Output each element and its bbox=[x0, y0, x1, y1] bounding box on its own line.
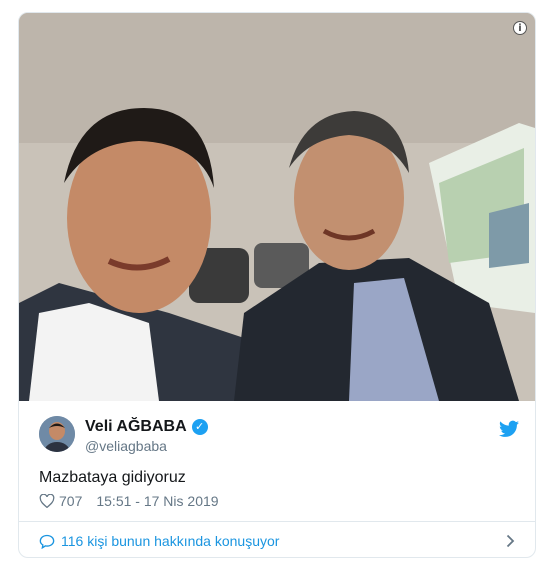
avatar[interactable] bbox=[39, 416, 75, 452]
display-name[interactable]: Veli AĞBABA bbox=[85, 418, 187, 436]
selfie-image bbox=[19, 13, 535, 401]
chevron-right-icon[interactable] bbox=[506, 534, 515, 548]
timestamp[interactable]: 15:51 - 17 Nis 2019 bbox=[96, 493, 218, 509]
like-count[interactable]: 707 bbox=[59, 493, 82, 509]
heart-icon[interactable] bbox=[39, 494, 55, 508]
divider bbox=[19, 521, 535, 522]
tweet-card[interactable]: i Veli AĞBABA ✓ @veliagbaba Mazbataya gi… bbox=[18, 12, 536, 558]
tweet-text: Mazbataya gidiyoruz bbox=[39, 469, 186, 486]
tweet-author[interactable]: Veli AĞBABA ✓ @veliagbaba bbox=[39, 416, 519, 456]
tweet-photo[interactable]: i bbox=[19, 13, 535, 401]
verified-badge-icon: ✓ bbox=[191, 419, 208, 435]
user-handle[interactable]: @veliagbaba bbox=[85, 438, 208, 454]
tweet-meta: 707 15:51 - 17 Nis 2019 bbox=[39, 493, 219, 509]
twitter-bird-icon[interactable] bbox=[499, 420, 519, 438]
speech-bubble-icon bbox=[39, 534, 55, 549]
info-icon[interactable]: i bbox=[513, 21, 527, 35]
conversation-link[interactable]: 116 kişi bunun hakkında konuşuyor bbox=[39, 530, 515, 552]
conversation-label[interactable]: 116 kişi bunun hakkında konuşuyor bbox=[61, 533, 279, 549]
